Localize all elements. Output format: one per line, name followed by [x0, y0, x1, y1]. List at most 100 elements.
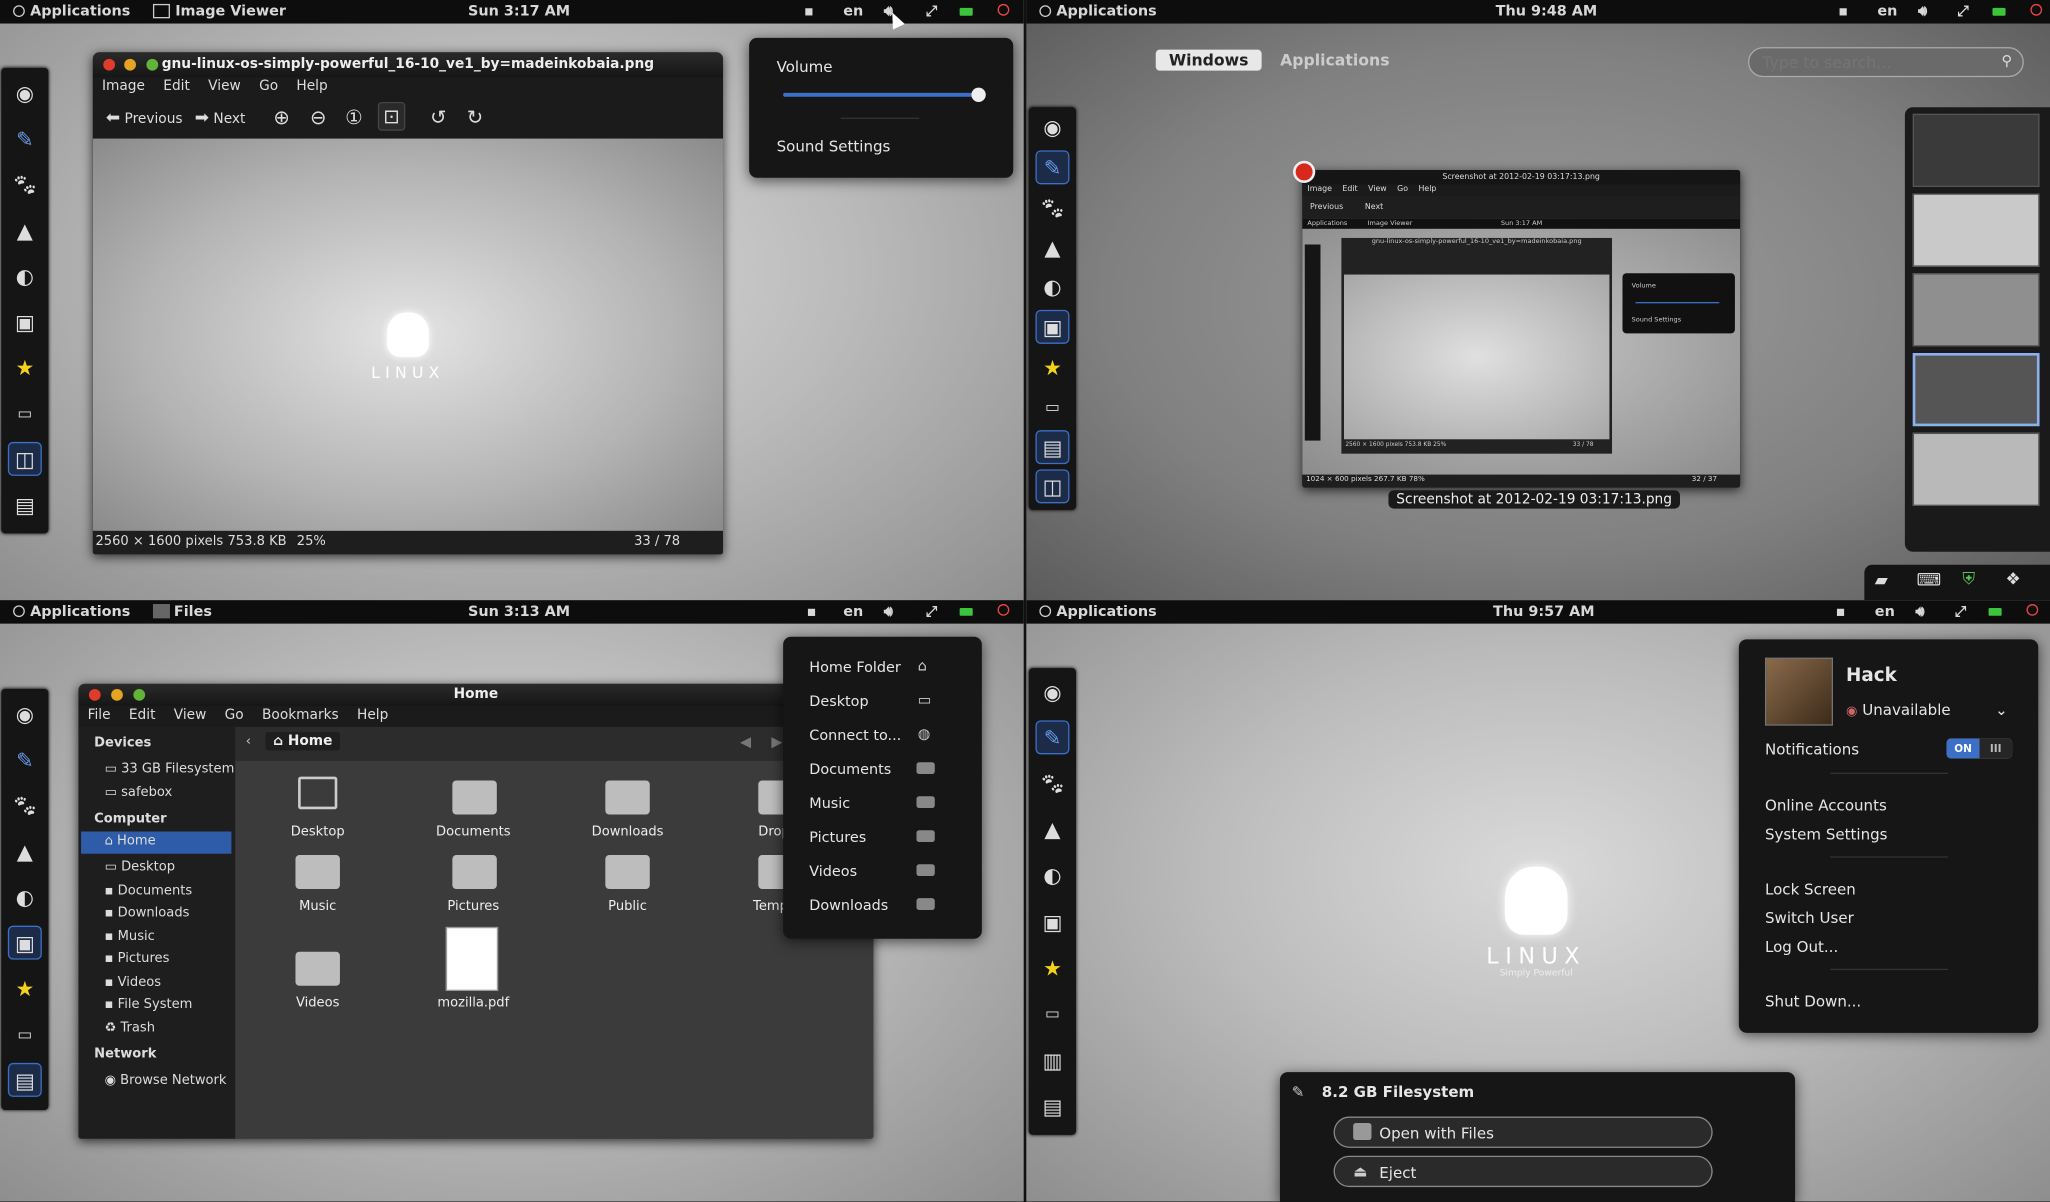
workspace-thumb-2[interactable]	[1912, 193, 2040, 267]
menu-file[interactable]: File	[78, 706, 119, 723]
zoom-out-icon[interactable]: ⊖	[310, 106, 326, 130]
shotwell-icon[interactable]: ◐	[8, 880, 42, 914]
keyboard-icon[interactable]: ⌨	[1917, 571, 1942, 591]
public-folder-icon[interactable]	[605, 855, 650, 890]
inkscape-icon[interactable]: ▲	[8, 213, 42, 247]
screenshot-icon[interactable]: ▣	[8, 305, 42, 339]
sidebar-item-trash[interactable]: ♻ Trash	[105, 1021, 155, 1035]
gimp-icon[interactable]: 🐾︎	[8, 167, 42, 201]
shut-down-item[interactable]: Shut Down...	[1765, 992, 1861, 1010]
volume-icon[interactable]: 🔊︎	[1915, 603, 1924, 621]
places-pictures[interactable]: Pictures	[809, 829, 866, 846]
music-folder-icon[interactable]	[295, 855, 340, 890]
switch-user-item[interactable]: Switch User	[1765, 909, 1854, 927]
chevron-down-icon[interactable]: ⌄	[1995, 701, 2008, 719]
network-icon[interactable]: ⤢	[926, 603, 938, 621]
menu-bookmarks[interactable]: Bookmarks	[253, 706, 348, 723]
notifications-toggle[interactable]: ON III	[1946, 738, 2013, 759]
file-downloads[interactable]: Downloads	[574, 825, 681, 839]
next-button[interactable]: ➡ Next	[195, 109, 246, 129]
terminal-icon[interactable]: ▭	[1035, 390, 1069, 424]
menu-image[interactable]: Image	[93, 77, 154, 94]
inkscape-icon[interactable]: ▲	[8, 834, 42, 868]
back-icon[interactable]: ‹	[246, 735, 251, 749]
window-preview[interactable]: Screenshot at 2012-02-19 03:17:13.png Im…	[1302, 169, 1741, 488]
status-selector[interactable]: ◉ Unavailable	[1846, 701, 1951, 719]
maximize-button[interactable]	[133, 688, 146, 701]
files-icon[interactable]: ▤	[7, 1062, 42, 1097]
file-music[interactable]: Music	[264, 899, 371, 913]
lock-screen-item[interactable]: Lock Screen	[1765, 880, 1856, 898]
nav-forward-icon[interactable]: ▶	[771, 733, 782, 750]
favorites-star-icon[interactable]: ★	[1035, 950, 1069, 984]
clock[interactable]: Sun 3:17 AM	[468, 3, 570, 20]
pictures-folder-icon[interactable]	[452, 855, 497, 890]
keyboard-layout[interactable]: en	[843, 603, 863, 620]
terminal-icon[interactable]: ▭	[8, 396, 42, 430]
nav-back-icon[interactable]: ◀	[740, 733, 751, 750]
power-icon[interactable]	[997, 3, 1010, 20]
video-editor-icon[interactable]: ▥	[1035, 1043, 1069, 1077]
windows-tab[interactable]: Windows	[1155, 49, 1262, 71]
menu-edit[interactable]: Edit	[120, 706, 165, 723]
sidebar-item-filesystem[interactable]: ▪ File System	[105, 998, 193, 1012]
gimp-icon[interactable]: 🐾︎	[8, 788, 42, 822]
log-out-item[interactable]: Log Out...	[1765, 937, 1838, 955]
menu-go[interactable]: Go	[216, 706, 253, 723]
favorites-star-icon[interactable]: ★	[1035, 350, 1069, 384]
sidebar-item-33gb[interactable]: ▭ 33 GB Filesystem	[105, 762, 235, 776]
image-viewer-icon[interactable]: ◫	[1035, 469, 1070, 504]
file-pictures[interactable]: Pictures	[420, 899, 527, 913]
zoom-in-icon[interactable]: ⊕	[273, 106, 289, 130]
shotwell-icon[interactable]: ◐	[8, 259, 42, 293]
sidebar-item-music[interactable]: ▪ Music	[105, 930, 155, 944]
file-documents[interactable]: Documents	[420, 825, 527, 839]
file-mozilla-pdf[interactable]: mozilla.pdf	[420, 996, 527, 1010]
sidebar-item-browse-network[interactable]: ◉ Browse Network	[105, 1073, 227, 1087]
avatar[interactable]	[1764, 657, 1833, 726]
gimp-icon[interactable]: 🐾︎	[1035, 766, 1069, 800]
battery-icon[interactable]	[1988, 603, 2002, 620]
menu-view[interactable]: View	[165, 706, 216, 723]
inkscape-icon[interactable]: ▲	[1035, 230, 1069, 264]
power-icon[interactable]	[2030, 3, 2043, 20]
search-input[interactable]	[1762, 52, 1985, 72]
online-accounts-item[interactable]: Online Accounts	[1765, 796, 1887, 814]
files-icon[interactable]: ▤	[8, 488, 42, 522]
folder-icon[interactable]: ▪	[1838, 3, 1848, 20]
favorites-star-icon[interactable]: ★	[8, 971, 42, 1005]
files-icon[interactable]: ▤	[1035, 430, 1070, 465]
text-editor-icon[interactable]: ✎	[1035, 150, 1070, 185]
screenshot-icon[interactable]: ▣	[1035, 905, 1069, 939]
inkscape-icon[interactable]: ▲	[1035, 812, 1069, 846]
sidebar-item-safebox[interactable]: ▭ safebox	[105, 786, 173, 800]
folder-icon[interactable]: ▪	[804, 3, 814, 20]
terminal-icon[interactable]: ▭	[8, 1017, 42, 1051]
minimize-button[interactable]	[111, 688, 123, 701]
zoom-fit-icon[interactable]: ⊡	[377, 101, 405, 131]
menu-go[interactable]: Go	[250, 77, 287, 94]
sidebar-item-home[interactable]: ⌂ Home	[81, 831, 232, 854]
clock[interactable]: Thu 9:57 AM	[1493, 603, 1595, 620]
keyboard-layout[interactable]: en	[1875, 603, 1895, 620]
screenshot-icon[interactable]: ▣	[7, 925, 42, 960]
zoom-normal-icon[interactable]: ①	[345, 106, 363, 130]
close-window-button[interactable]	[1293, 160, 1316, 184]
places-home-folder[interactable]: Home Folder	[809, 659, 900, 676]
clock[interactable]: Thu 9:48 AM	[1496, 3, 1598, 20]
network-icon[interactable]: ⤢	[1957, 3, 1969, 21]
places-documents[interactable]: Documents	[809, 761, 891, 778]
screenshot-icon[interactable]: ▣	[1035, 309, 1070, 344]
firefox-icon[interactable]: ◉	[8, 697, 42, 731]
workspace-thumb-5[interactable]	[1912, 432, 2040, 506]
terminal-icon[interactable]: ▭	[1035, 996, 1069, 1030]
places-desktop[interactable]: Desktop	[809, 693, 868, 710]
sidebar-item-downloads[interactable]: ▪ Downloads	[105, 906, 190, 920]
sound-settings-item[interactable]: Sound Settings	[777, 137, 891, 155]
favorites-star-icon[interactable]: ★	[8, 350, 42, 384]
close-button[interactable]	[88, 688, 101, 701]
sidebar-item-pictures[interactable]: ▪ Pictures	[105, 952, 170, 966]
dropbox-icon[interactable]: ❖	[2006, 570, 2021, 590]
sidebar-item-videos[interactable]: ▪ Videos	[105, 975, 161, 989]
close-button[interactable]	[103, 58, 116, 71]
